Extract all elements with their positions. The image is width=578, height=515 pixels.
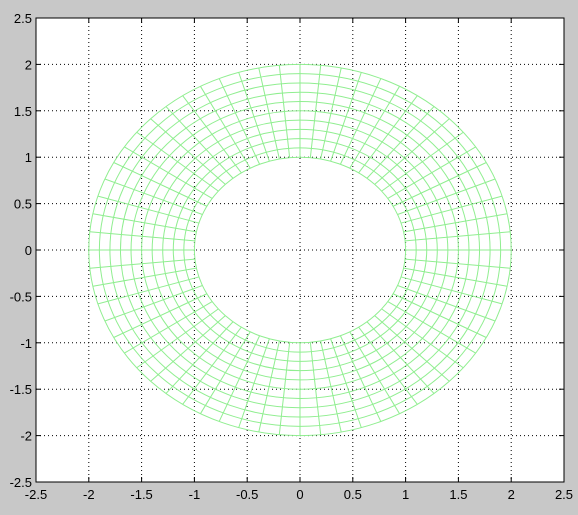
x-tick-label: -0.5 [236, 487, 258, 502]
y-tick-label: 0 [25, 243, 32, 258]
y-tick-label: -1 [20, 336, 32, 351]
y-tick-label: -2 [20, 429, 32, 444]
x-tick-label: 1.5 [449, 487, 467, 502]
y-tick-label: 2.5 [14, 11, 32, 26]
y-tick-label: -0.5 [10, 289, 32, 304]
x-tick-label: 0 [296, 487, 303, 502]
x-tick-label: -1 [189, 487, 201, 502]
y-tick-label: -1.5 [10, 382, 32, 397]
y-tick-label: -2.5 [10, 475, 32, 490]
y-tick-label: 1 [25, 150, 32, 165]
x-tick-label: 0.5 [344, 487, 362, 502]
y-tick-label: 0.5 [14, 197, 32, 212]
x-tick-label: 1 [402, 487, 409, 502]
x-tick-label: -2 [83, 487, 95, 502]
x-tick-label: -1.5 [130, 487, 152, 502]
x-tick-label: 2 [508, 487, 515, 502]
figure: -2.5 -2 -1.5 -1 -0.5 0 0.5 1 1.5 2 2.5 -2.5-2-1.5-… [0, 0, 578, 515]
y-tick-label: 1.5 [14, 104, 32, 119]
x-tick-label: 2.5 [555, 487, 573, 502]
y-tick-label: 2 [25, 57, 32, 72]
